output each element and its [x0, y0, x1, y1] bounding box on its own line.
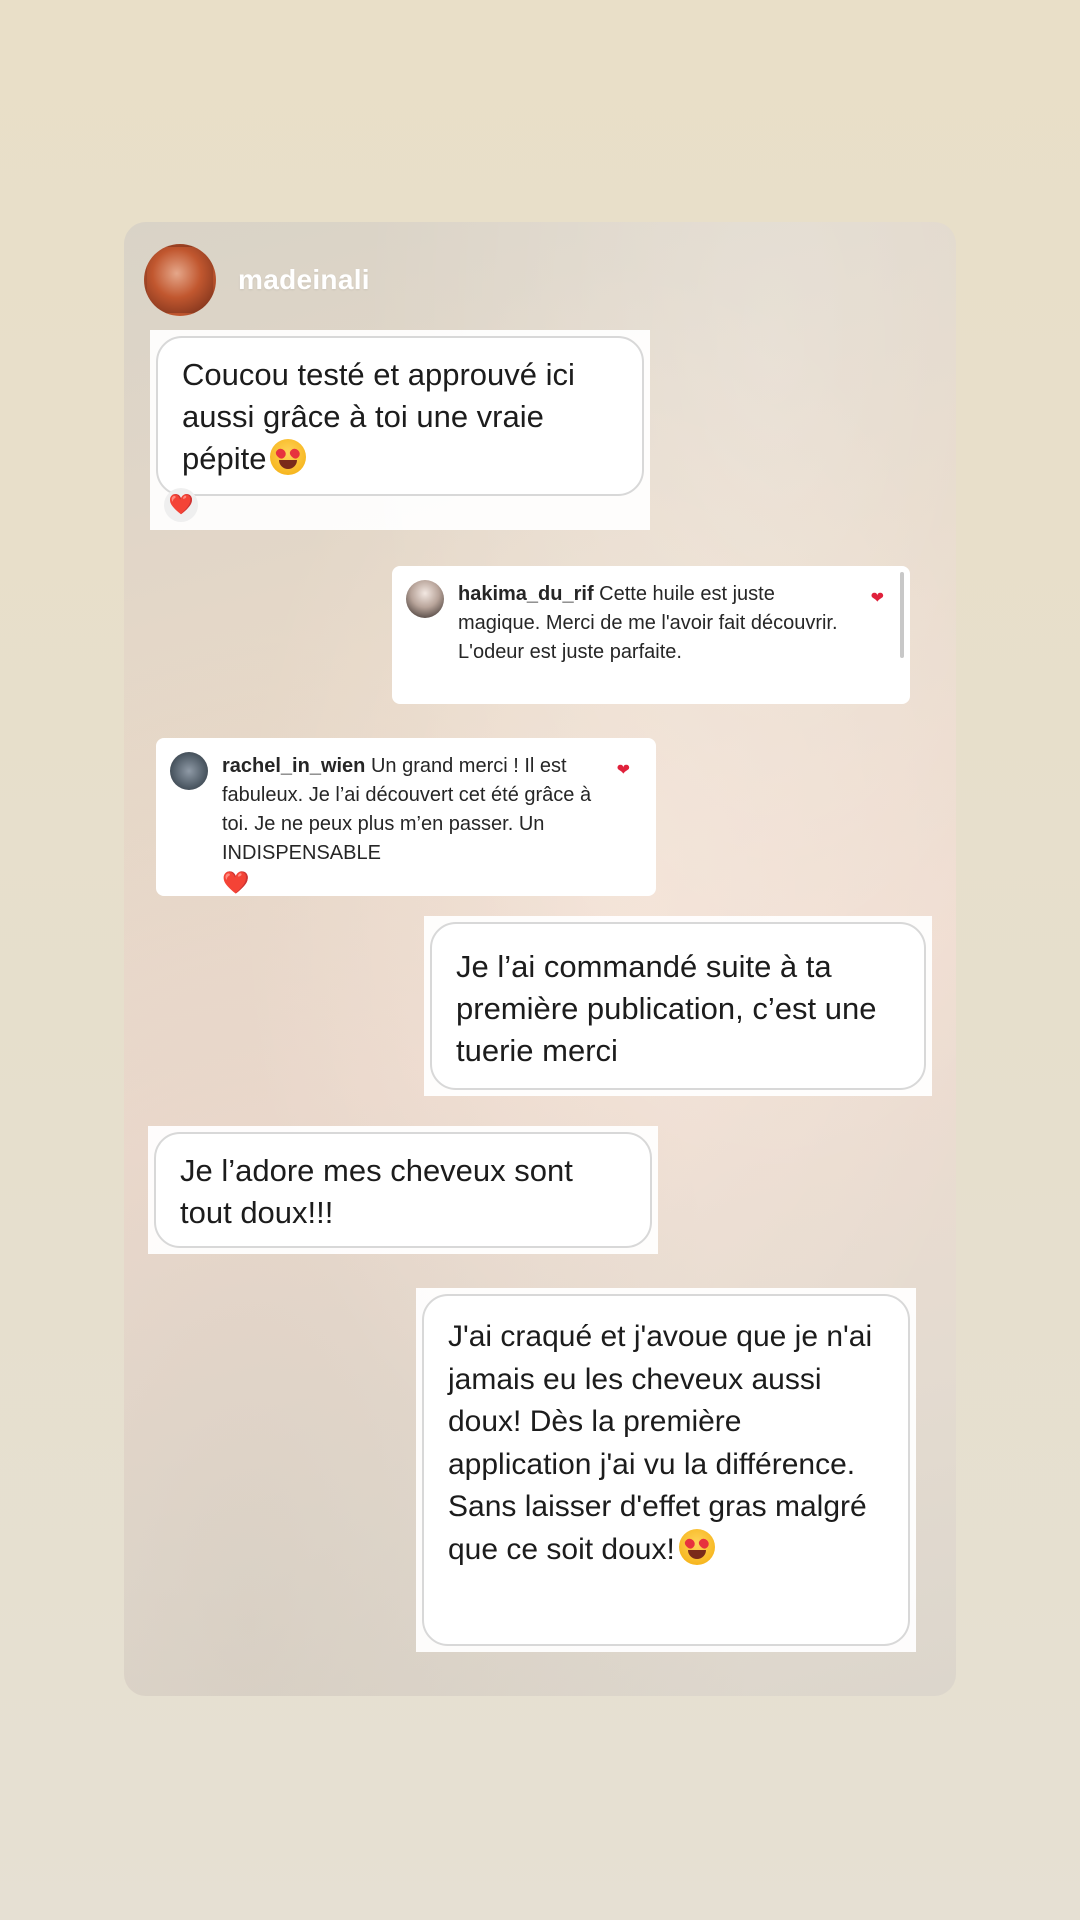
comment-text: rachel_in_wien Un grand merci ! Il est f… [222, 752, 602, 897]
commenter-avatar [406, 580, 444, 618]
like-heart-icon[interactable]: ❤ [617, 760, 630, 780]
story-card: madeinali Coucou testé et approuvé ici a… [124, 222, 956, 1696]
like-heart-icon[interactable]: ❤ [871, 588, 884, 608]
message-text: J'ai craqué et j'avoue que je n'ai jamai… [448, 1320, 873, 1566]
scrollbar[interactable] [900, 572, 904, 658]
message-bubble-2: Je l’ai commandé suite à ta première pub… [424, 916, 932, 1096]
message-text: Je l’adore mes cheveux sont tout doux!!! [154, 1132, 652, 1248]
message-text: Je l’ai commandé suite à ta première pub… [430, 922, 926, 1090]
comment-text: hakima_du_rif Cette huile est juste magi… [458, 580, 856, 667]
comment-card-1: hakima_du_rif Cette huile est juste magi… [392, 566, 910, 704]
avatar[interactable] [144, 244, 216, 316]
message-bubble-3: Je l’adore mes cheveux sont tout doux!!! [148, 1126, 658, 1254]
message-bubble-4: J'ai craqué et j'avoue que je n'ai jamai… [416, 1288, 916, 1652]
message-text: Coucou testé et approuvé ici aussi grâce… [182, 357, 575, 476]
heart-eyes-emoji-icon [270, 439, 307, 475]
comment-username[interactable]: rachel_in_wien [222, 755, 365, 777]
story-header: madeinali [144, 244, 370, 316]
commenter-avatar [170, 752, 208, 790]
comment-username[interactable]: hakima_du_rif [458, 583, 594, 605]
red-heart-emoji: ❤️ [222, 870, 250, 895]
username[interactable]: madeinali [238, 264, 370, 296]
comment-card-2: rachel_in_wien Un grand merci ! Il est f… [156, 738, 656, 896]
heart-eyes-emoji-icon [678, 1528, 715, 1565]
message-bubble-1: Coucou testé et approuvé ici aussi grâce… [150, 330, 650, 530]
heart-reaction-icon: ❤️ [164, 488, 198, 522]
